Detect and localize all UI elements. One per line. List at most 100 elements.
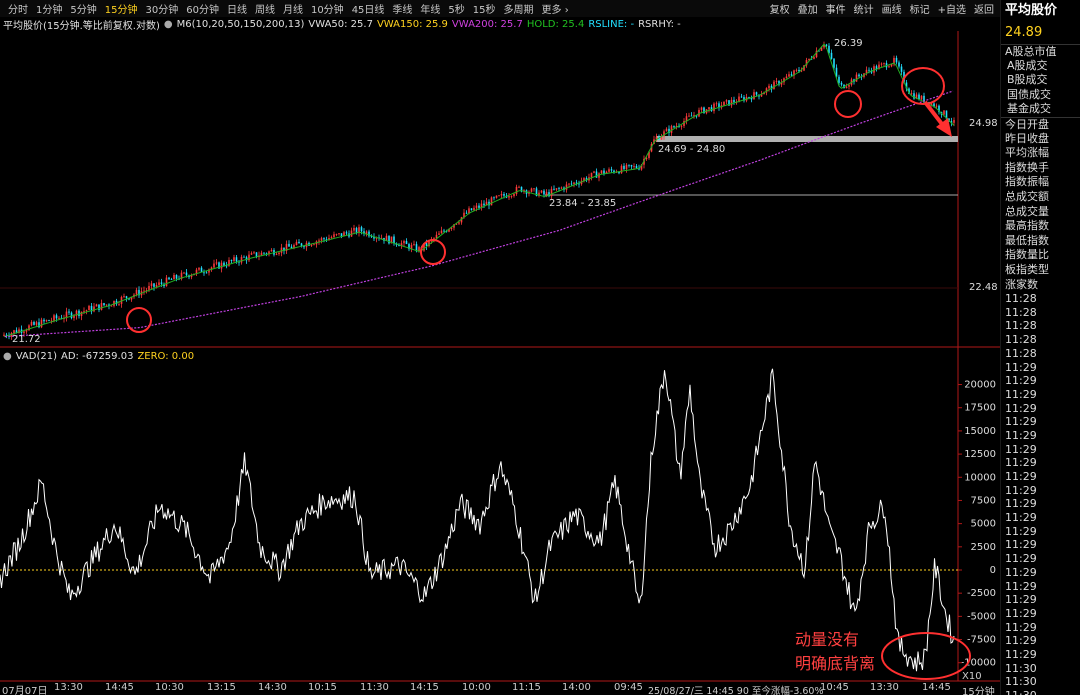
tool-button[interactable]: 叠加	[794, 1, 822, 16]
candle	[495, 195, 498, 199]
sidebar-item[interactable]: 涨家数	[1001, 278, 1080, 293]
vad-axis-label: 7500	[971, 495, 996, 506]
tool-button[interactable]: 统计	[850, 1, 878, 16]
candle	[773, 79, 775, 90]
tab-timeframe[interactable]: 多周期	[500, 1, 538, 16]
tab-timeframe[interactable]: 5分钟	[66, 1, 100, 16]
sidebar-item[interactable]: 昨日收盘	[1001, 132, 1080, 147]
candle	[575, 179, 578, 186]
sidebar-item[interactable]: A股总市值	[1001, 44, 1080, 59]
candle	[623, 163, 625, 171]
candle	[900, 63, 903, 76]
tab-timeframe[interactable]: 周线	[251, 1, 279, 16]
tool-button[interactable]: 复权	[766, 1, 794, 16]
settings-icon[interactable]: ●	[164, 19, 173, 30]
candle	[45, 319, 48, 323]
sidebar-item[interactable]: 总成交量	[1001, 205, 1080, 220]
tool-button[interactable]: 事件	[822, 1, 850, 16]
tab-timeframe[interactable]: 60分钟	[182, 1, 223, 16]
sidebar-item[interactable]: 今日开盘	[1001, 116, 1080, 132]
tool-button[interactable]: 标记	[906, 1, 934, 16]
sidebar-item[interactable]: 指数振幅	[1001, 175, 1080, 190]
candle	[48, 319, 50, 322]
candle	[848, 84, 850, 90]
candle	[540, 190, 543, 194]
tab-timeframe[interactable]: 5秒	[444, 1, 468, 16]
tick-time: 11:29	[1005, 360, 1037, 374]
vwa150-value: VWA150: 25.9	[376, 18, 448, 30]
candle	[288, 240, 290, 247]
sidebar-item[interactable]: 基金成交	[1001, 102, 1080, 117]
status-readout: 25/08/27/三 14:45 90 至今涨幅-3.60%	[648, 686, 824, 695]
tick-time: 11:29	[1005, 524, 1037, 538]
candle	[38, 318, 40, 329]
chart-canvas[interactable]: 26.39 21.72 24.69 - 24.80 23.84 - 23.85 …	[0, 0, 1000, 695]
tab-timeframe[interactable]: 10分钟	[307, 1, 348, 16]
sidebar-item[interactable]: 国债成交	[1001, 88, 1080, 103]
candle	[320, 236, 323, 244]
sidebar-item[interactable]: 总成交额	[1001, 190, 1080, 205]
candle	[330, 235, 333, 239]
candle	[228, 257, 230, 267]
sidebar-item[interactable]: 最高指数	[1001, 219, 1080, 234]
tick-time: 11:28	[1005, 292, 1037, 306]
tab-timeframe[interactable]: 日线	[223, 1, 251, 16]
vad-axis-label: 0	[990, 565, 996, 576]
candle	[548, 189, 550, 198]
tick-time: 11:30	[1005, 661, 1037, 675]
candle	[593, 170, 595, 174]
tick-time: 11:29	[1005, 634, 1037, 648]
candle	[308, 241, 310, 247]
candle	[500, 190, 503, 199]
vad-axis-label: 15000	[964, 426, 996, 437]
candle	[100, 299, 103, 311]
candle	[788, 71, 790, 77]
tab-timeframe[interactable]: 季线	[388, 1, 416, 16]
tab-timeframe[interactable]: 30分钟	[141, 1, 182, 16]
time-axis-label: 14:15	[410, 682, 439, 693]
sidebar-item[interactable]: 板指类型	[1001, 263, 1080, 278]
candle	[703, 106, 705, 114]
candle	[298, 239, 300, 244]
sidebar-item[interactable]: 指数换手	[1001, 161, 1080, 176]
vad-axis-label: 10000	[964, 472, 996, 483]
candle	[728, 100, 730, 107]
candle	[608, 167, 610, 173]
tab-timeframe[interactable]: 月线	[279, 1, 307, 16]
indicator-infobar: 平均股价(15分钟.等比前复权.对数) ● M6(10,20,50,150,20…	[0, 17, 1000, 32]
vad-zero-value: ZERO: 0.00	[137, 350, 195, 362]
sidebar-item[interactable]: 平均涨幅	[1001, 146, 1080, 161]
tab-timeframe[interactable]: 15分钟	[101, 1, 142, 16]
candle	[740, 93, 743, 98]
tick-time: 11:29	[1005, 497, 1037, 511]
settings-icon[interactable]: ●	[3, 351, 12, 362]
vad-unit-label: X10	[962, 671, 982, 682]
candle	[720, 101, 723, 110]
tab-timeframe[interactable]: 更多 ›	[538, 1, 573, 16]
candle	[840, 81, 843, 87]
tab-timeframe[interactable]: 年线	[416, 1, 444, 16]
candle	[35, 320, 38, 327]
candle	[730, 97, 733, 108]
tool-button[interactable]: 画线	[878, 1, 906, 16]
candle	[295, 239, 298, 246]
candle	[213, 259, 215, 269]
sidebar-item[interactable]: B股成交	[1001, 73, 1080, 88]
sidebar-item[interactable]: 指数量比	[1001, 248, 1080, 263]
tab-timeframe[interactable]: 分时	[4, 1, 32, 16]
candle	[690, 112, 693, 117]
sidebar-item[interactable]: A股成交	[1001, 59, 1080, 74]
candle	[498, 194, 500, 197]
candle	[883, 62, 885, 67]
candle	[470, 208, 473, 211]
candle	[913, 90, 915, 100]
tick-time: 11:29	[1005, 456, 1037, 470]
tab-timeframe[interactable]: 1分钟	[32, 1, 66, 16]
candle	[50, 317, 53, 324]
tool-button[interactable]: 返回	[970, 1, 998, 16]
tab-timeframe[interactable]: 15秒	[469, 1, 500, 16]
tab-timeframe[interactable]: 45日线	[348, 1, 389, 16]
candle	[718, 101, 720, 111]
tool-button[interactable]: +自选	[934, 1, 970, 16]
sidebar-item[interactable]: 最低指数	[1001, 234, 1080, 249]
